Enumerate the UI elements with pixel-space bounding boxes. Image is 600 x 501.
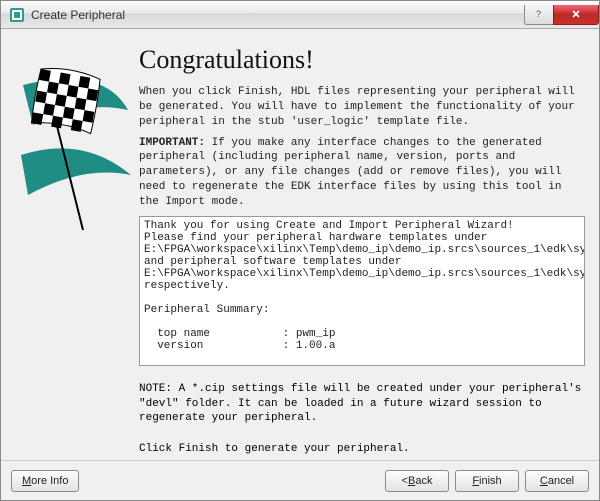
- window-controls: ?: [525, 5, 599, 25]
- click-finish-text: Click Finish to generate your peripheral…: [139, 442, 585, 457]
- checkered-flag-icon: [13, 55, 133, 235]
- finish-button[interactable]: Finish: [455, 470, 519, 492]
- page-title: Congratulations!: [139, 45, 585, 75]
- window-title: Create Peripheral: [31, 8, 525, 22]
- important-label: IMPORTANT:: [139, 137, 205, 149]
- dialog-window: Create Peripheral ?: [0, 0, 600, 501]
- content-area: Congratulations! When you click Finish, …: [1, 29, 599, 460]
- titlebar: Create Peripheral ?: [1, 1, 599, 29]
- more-info-button[interactable]: More Info: [11, 470, 79, 492]
- wizard-graphic-pane: [5, 35, 135, 460]
- intro-paragraph: When you click Finish, HDL files represe…: [139, 85, 585, 130]
- close-button[interactable]: [553, 5, 599, 25]
- help-button[interactable]: ?: [524, 5, 554, 25]
- back-button[interactable]: < Back: [385, 470, 449, 492]
- app-icon: [9, 7, 25, 23]
- summary-textbox[interactable]: Thank you for using Create and Import Pe…: [139, 216, 585, 366]
- wizard-body: Congratulations! When you click Finish, …: [135, 35, 589, 460]
- important-paragraph: IMPORTANT: If you make any interface cha…: [139, 136, 585, 210]
- note-text: NOTE: A *.cip settings file will be crea…: [139, 382, 585, 427]
- svg-text:?: ?: [536, 9, 541, 19]
- cancel-button[interactable]: Cancel: [525, 470, 589, 492]
- button-bar: More Info < Back Finish Cancel: [1, 460, 599, 500]
